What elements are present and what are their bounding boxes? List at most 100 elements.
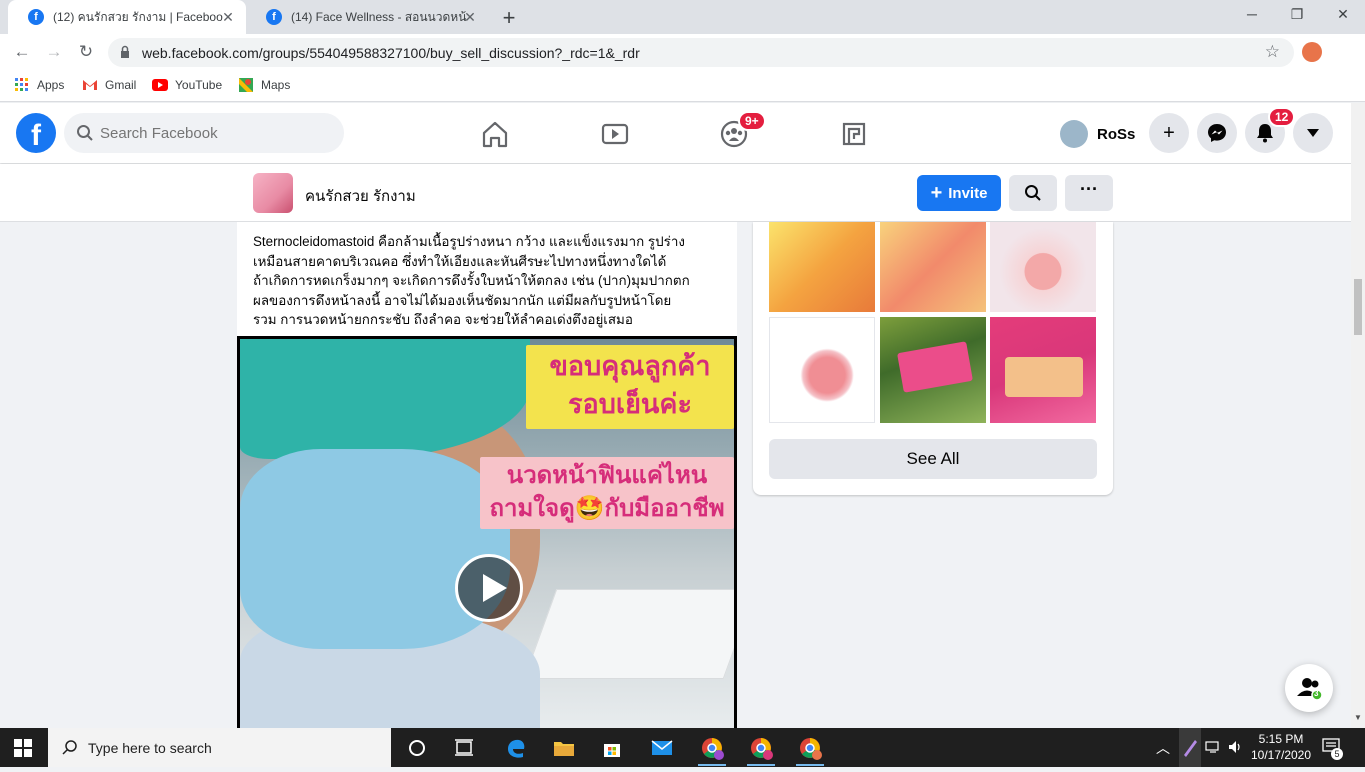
group-post: Sternocleidomastoid คือกล้ามเนื้อรูปร่าง… [237, 222, 737, 728]
bookmark-youtube[interactable]: YouTube [152, 77, 222, 93]
search-icon [1025, 185, 1041, 201]
blush-palette [897, 341, 973, 393]
watch-icon[interactable] [598, 117, 632, 151]
lock-icon [121, 45, 129, 58]
profile-name: RoSs [1097, 125, 1136, 143]
caret-down-icon [1307, 129, 1319, 137]
file-explorer-icon[interactable] [552, 736, 576, 760]
chrome-profile-h-icon[interactable] [700, 736, 724, 760]
minimize-button[interactable]: ─ [1242, 6, 1262, 22]
post-text-line: Sternocleidomastoid คือกล้ามเนื้อรูปร่าง… [253, 234, 685, 249]
video-caption-massage: นวดหน้าฟินแค่ไหน ถามใจดู🤩กับมืออาชีพ [480, 457, 734, 529]
gmail-icon [83, 80, 97, 90]
show-hidden-icons[interactable]: ︿ [1156, 738, 1170, 758]
browser-tab-inactive[interactable]: f (14) Face Wellness - สอนนวดหน้าอั ✕ [246, 0, 488, 34]
group-photos-card: See All [753, 222, 1113, 495]
taskbar-clock[interactable]: 5:15 PM 10/17/2020 [1247, 731, 1315, 763]
photo-thumbnail[interactable] [990, 317, 1096, 423]
maximize-button[interactable]: ❐ [1287, 6, 1307, 23]
browser-toolbar: ← → ↻ web.facebook.com/groups/5540495883… [0, 34, 1365, 87]
action-center-button[interactable]: 5 [1322, 738, 1344, 760]
clock-time: 5:15 PM [1258, 732, 1304, 746]
chrome-profile-h2-icon[interactable] [749, 736, 773, 760]
photo-thumbnail[interactable] [880, 222, 986, 312]
post-text-line: เหมือนสายคาดบริเวณคอ ซึ่งทำให้เอียงและหั… [253, 253, 667, 269]
reload-button[interactable]: ↻ [74, 40, 98, 64]
video-frame: ขอบคุณลูกค้ารอบเย็นค่ะ นวดหน้าฟินแค่ไหน … [240, 339, 734, 728]
post-video[interactable]: ขอบคุณลูกค้ารอบเย็นค่ะ นวดหน้าฟินแค่ไหน … [237, 336, 737, 728]
photo-thumbnail[interactable] [769, 222, 875, 312]
messenger-button[interactable] [1197, 113, 1237, 153]
play-button-icon[interactable] [455, 554, 523, 622]
home-icon[interactable] [478, 117, 512, 151]
invite-button[interactable]: + Invite [917, 175, 1001, 211]
notifications-badge: 12 [1268, 107, 1296, 127]
group-search-button[interactable] [1009, 175, 1057, 211]
bookmark-star-icon[interactable]: ☆ [1265, 42, 1280, 62]
close-tab-icon[interactable]: ✕ [462, 9, 478, 26]
bookmark-gmail[interactable]: Gmail [82, 77, 136, 93]
store-icon[interactable] [600, 736, 624, 760]
people-icon [1297, 678, 1323, 701]
gaming-icon[interactable] [837, 117, 871, 151]
page-scrollbar[interactable]: ▼ [1351, 103, 1365, 728]
create-button[interactable]: + [1149, 113, 1189, 153]
facebook-search[interactable] [64, 113, 344, 153]
photo-thumbnail[interactable] [769, 317, 875, 423]
extension-icon[interactable] [1302, 42, 1322, 62]
bookmark-apps[interactable]: Apps [14, 77, 64, 93]
task-view-icon[interactable] [452, 736, 476, 760]
bookmark-label: YouTube [175, 78, 223, 92]
scrollbar-thumb[interactable] [1354, 279, 1362, 335]
running-indicator [796, 764, 824, 766]
profile-link[interactable]: RoSs [1060, 120, 1135, 148]
group-more-button[interactable]: ··· [1065, 175, 1113, 211]
facebook-header: f 9+ RoSs + 12 [0, 103, 1365, 163]
tab-title: (12) คนรักสวย รักงาม | Facebook [53, 9, 223, 24]
forward-button[interactable]: → [42, 40, 66, 64]
photo-thumbnail[interactable] [880, 317, 986, 423]
blush-palette [1005, 357, 1083, 397]
invite-label: Invite [948, 184, 988, 202]
pen-icon[interactable] [1179, 728, 1201, 767]
browser-tab-bar: f (12) คนรักสวย รักงาม | Facebook ✕ f (1… [0, 0, 1365, 34]
facebook-logo-icon[interactable]: f [16, 113, 56, 153]
windows-start-icon[interactable] [14, 739, 32, 757]
windows-taskbar: Type here to search ︿ 5:15 PM 10/17/2020… [0, 728, 1365, 767]
browser-tab-active[interactable]: f (12) คนรักสวย รักงาม | Facebook ✕ [8, 0, 246, 34]
group-name[interactable]: คนรักสวย รักงาม [305, 184, 416, 208]
contacts-badge: 3 [1314, 689, 1319, 698]
bookmarks-bar: Apps Gmail YouTube Maps [0, 70, 1365, 102]
taskbar-search[interactable]: Type here to search [48, 728, 391, 767]
edge-icon[interactable] [504, 736, 528, 760]
video-caption-thanks: ขอบคุณลูกค้ารอบเย็นค่ะ [526, 345, 734, 429]
see-all-button[interactable]: See All [769, 439, 1097, 479]
close-tab-icon[interactable]: ✕ [220, 9, 236, 26]
cortana-icon[interactable] [405, 736, 429, 760]
chrome-icon[interactable] [798, 736, 822, 760]
network-icon[interactable] [1205, 740, 1221, 754]
bell-icon [1257, 124, 1273, 143]
volume-icon[interactable] [1228, 740, 1244, 754]
post-text: Sternocleidomastoid คือกล้ามเนื้อรูปร่าง… [253, 232, 725, 330]
bookmark-maps[interactable]: Maps [238, 77, 290, 93]
youtube-icon [152, 79, 168, 91]
post-text-line: ถ้าเกิดการหดเกร็งมากๆ จะเกิดการดึงรั้งใบ… [253, 273, 690, 289]
photo-thumbnail[interactable] [990, 222, 1096, 312]
group-thumbnail[interactable] [253, 173, 293, 213]
search-input[interactable] [100, 113, 330, 153]
mail-icon[interactable] [650, 736, 674, 760]
account-menu-button[interactable] [1293, 113, 1333, 153]
close-window-button[interactable]: ✕ [1333, 6, 1353, 23]
address-bar[interactable]: web.facebook.com/groups/554049588327100/… [108, 38, 1294, 67]
tab-title: (14) Face Wellness - สอนนวดหน้าอั [291, 9, 467, 24]
new-message-button[interactable]: 3 [1285, 664, 1333, 712]
new-tab-button[interactable]: + [498, 5, 520, 31]
search-icon [77, 125, 93, 141]
bookmark-label: Apps [37, 78, 65, 92]
apps-grid-icon [15, 78, 28, 91]
massage-bed [523, 589, 734, 679]
running-indicator [698, 764, 726, 766]
back-button[interactable]: ← [10, 40, 34, 64]
scroll-down-arrow-icon[interactable]: ▼ [1354, 713, 1362, 722]
